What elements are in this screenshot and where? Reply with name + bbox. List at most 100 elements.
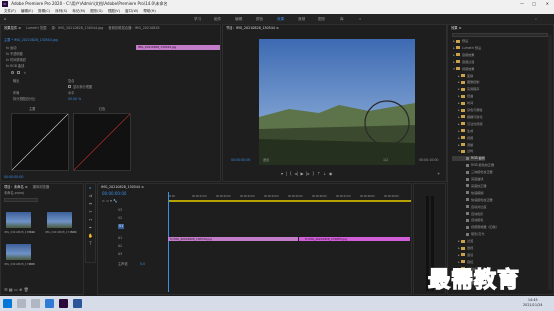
effects-tree-item[interactable]: RGB 颜色校正器 [452, 163, 494, 167]
timeline-ruler[interactable]: 00:00 00:00:01:00 00:00:02:00 00:00:03:0… [168, 192, 411, 200]
pen-tool-icon[interactable]: ✒ [86, 224, 95, 232]
track-a2[interactable]: A2 [118, 244, 122, 249]
effect-row-opacity[interactable]: fx 不透明度 [6, 52, 23, 57]
menu-window[interactable]: 窗口(W) [125, 9, 138, 13]
effects-tree-item[interactable]: ▸ 通道 [452, 253, 473, 257]
project-thumb-1[interactable] [6, 212, 31, 228]
mark-in-icon[interactable]: ▾ [281, 171, 283, 176]
windows-start-icon[interactable] [3, 299, 12, 308]
effects-tree-item[interactable]: ▸ 音频过渡 [452, 60, 474, 64]
effects-tree-item[interactable]: ▸ 模糊与锐化 [452, 115, 482, 119]
effects-tree-item[interactable]: ▸ 调整 [452, 143, 473, 147]
effects-tree-item[interactable]: ▸ 音频效果 [452, 53, 474, 57]
tab-lumetri-scopes[interactable]: Lumetri 范围 [26, 26, 46, 30]
extract-icon[interactable]: ⇣ [323, 171, 326, 176]
add-marker-icon[interactable]: ▾ [110, 199, 112, 203]
maximize-button[interactable]: □ [532, 0, 536, 8]
workspace-libraries[interactable]: 库 [340, 14, 344, 24]
menu-help[interactable]: 帮助(H) [143, 9, 155, 13]
effects-tree-item[interactable]: 自动对比度 [452, 205, 486, 209]
workspace-color[interactable]: 颜色 [256, 14, 263, 24]
effects-tree-item[interactable]: 亮度校正器 [452, 184, 486, 188]
effects-tree-item[interactable]: ▾ 视频效果 [452, 67, 474, 71]
effects-tree-item[interactable]: ▸ 杂色与颗粒 [452, 108, 482, 112]
menu-graphics[interactable]: 图形(G) [90, 9, 102, 13]
task-view-icon[interactable] [31, 299, 40, 308]
menu-sequence[interactable]: 序列(S) [55, 9, 67, 13]
pen-mask-icon[interactable]: ✎ [24, 71, 27, 75]
split-percent-value[interactable]: 50.00 % [68, 97, 81, 102]
export-frame-icon[interactable]: ◉ [329, 171, 333, 176]
red-curve-graph[interactable] [73, 113, 131, 171]
effects-tree-item[interactable]: ▸ 生成 [452, 129, 473, 133]
effect-row-time-remap[interactable]: fx 时间重映射 [6, 58, 26, 63]
effects-tree-item[interactable]: 三向颜色校正器 [452, 170, 493, 174]
effects-tree-item[interactable]: ▾ 过时 [452, 149, 473, 153]
new-bin-icon[interactable]: ▭ [14, 287, 18, 292]
hand-tool-icon[interactable]: ✋ [86, 232, 95, 240]
menu-edit[interactable]: 编辑(E) [21, 9, 33, 13]
mark-out-icon[interactable]: | [286, 171, 287, 176]
workspace-learn[interactable]: 学习 [194, 14, 201, 24]
effects-tree-item[interactable]: ▸ 实用程序 [452, 87, 479, 91]
workspace-assembly[interactable]: 组件 [214, 14, 221, 24]
track-a3[interactable]: A3 [118, 252, 122, 257]
fit-dropdown[interactable]: 适合 [263, 158, 269, 163]
tab-effect-controls[interactable]: 效果控件 ≡ [4, 26, 21, 30]
type-tool-icon[interactable]: T [86, 240, 95, 248]
track-v1[interactable]: V1 [118, 224, 125, 229]
add-button-icon[interactable]: + [437, 171, 440, 176]
icon-view-icon[interactable]: ▦ [9, 287, 13, 292]
play-icon[interactable]: ▶ [300, 171, 303, 176]
project-thumb-3[interactable] [6, 244, 31, 260]
tab-sequence[interactable]: IMG_20210828_130544 ≡ [101, 185, 144, 189]
menu-marker[interactable]: 标记(M) [72, 9, 85, 13]
project-search-input[interactable] [4, 198, 38, 202]
effects-tree-item[interactable]: ▸ 过渡 [452, 239, 473, 243]
effects-tree-item[interactable]: ▸ 沉浸式视频 [452, 122, 482, 126]
output-select[interactable]: 复合 [68, 79, 74, 84]
tab-media-browser[interactable]: 媒体浏览器 [33, 185, 49, 189]
layout-select[interactable]: 水平 [68, 91, 74, 96]
effects-tree-item[interactable]: ▸ 扭曲 [452, 94, 473, 98]
track-select-tool-icon[interactable]: ⇉ [86, 192, 95, 200]
minimize-button[interactable]: — [520, 0, 524, 8]
delete-icon[interactable]: 🗑 [24, 287, 29, 292]
master-volume-value[interactable]: 0.0 [140, 262, 145, 267]
snap-icon[interactable]: ⊂ [102, 199, 105, 203]
effect-row-motion[interactable]: fx 运动 [6, 46, 16, 51]
linked-select-icon[interactable]: ⊃ [106, 199, 109, 203]
tab-audio-mixer[interactable]: 音频剪辑混合器：IMG_20210828 [108, 26, 159, 30]
menu-clip[interactable]: 剪辑(C) [38, 9, 50, 13]
ripple-edit-tool-icon[interactable]: ⇹ [86, 200, 95, 208]
effect-controls-timecode[interactable]: 00:00:00:00 [4, 175, 23, 180]
effect-row-rgb-curves[interactable]: fx RGB 曲线 [6, 64, 24, 69]
quality-dropdown[interactable]: 1/2 [383, 158, 388, 163]
effects-scrollbar[interactable] [548, 35, 552, 290]
rectangle-mask-icon[interactable] [17, 71, 21, 74]
workspace-audio[interactable]: 音频 [298, 14, 305, 24]
workspace-graphics[interactable]: 图形 [318, 14, 325, 24]
tab-source[interactable]: 源：IMG_20210828_130544.jpg [51, 26, 103, 30]
effects-tree-item[interactable]: 快速颜色校正器 [452, 198, 493, 202]
slip-tool-icon[interactable]: ↔ [86, 216, 95, 224]
effects-tree-item[interactable]: ▸ 视频 [452, 136, 473, 140]
step-forward-icon[interactable]: |▸ [306, 171, 309, 176]
timeline-timecode[interactable]: 00:00:00:00 [102, 191, 126, 196]
effects-tree-item[interactable]: ▸ 预设 [452, 39, 468, 43]
premiere-taskbar-icon[interactable] [59, 299, 68, 308]
program-video-frame[interactable] [259, 39, 415, 165]
playhead[interactable] [168, 192, 169, 292]
lift-icon[interactable]: ⇡ [317, 171, 320, 176]
program-timecode[interactable]: 00:00:00:00 [231, 158, 250, 163]
split-view-checkbox[interactable] [68, 85, 71, 88]
effects-tree-item[interactable]: ▸ 透视 [452, 246, 473, 250]
close-button[interactable]: ✕ [546, 0, 549, 8]
effects-tree-item[interactable]: 自动颜色 [452, 218, 483, 222]
effects-tree-item[interactable]: 自动色阶 [452, 212, 483, 216]
effects-tree-item[interactable]: 阴影/高光 [452, 232, 484, 236]
search-taskbar-icon[interactable] [17, 299, 26, 308]
go-to-out-icon[interactable]: } [312, 171, 315, 176]
effects-tree-item[interactable]: 视频限幅器（旧版） [452, 225, 499, 229]
timeline-clip-1[interactable]: fx IMG_20210828_130544.jpg [168, 237, 298, 241]
